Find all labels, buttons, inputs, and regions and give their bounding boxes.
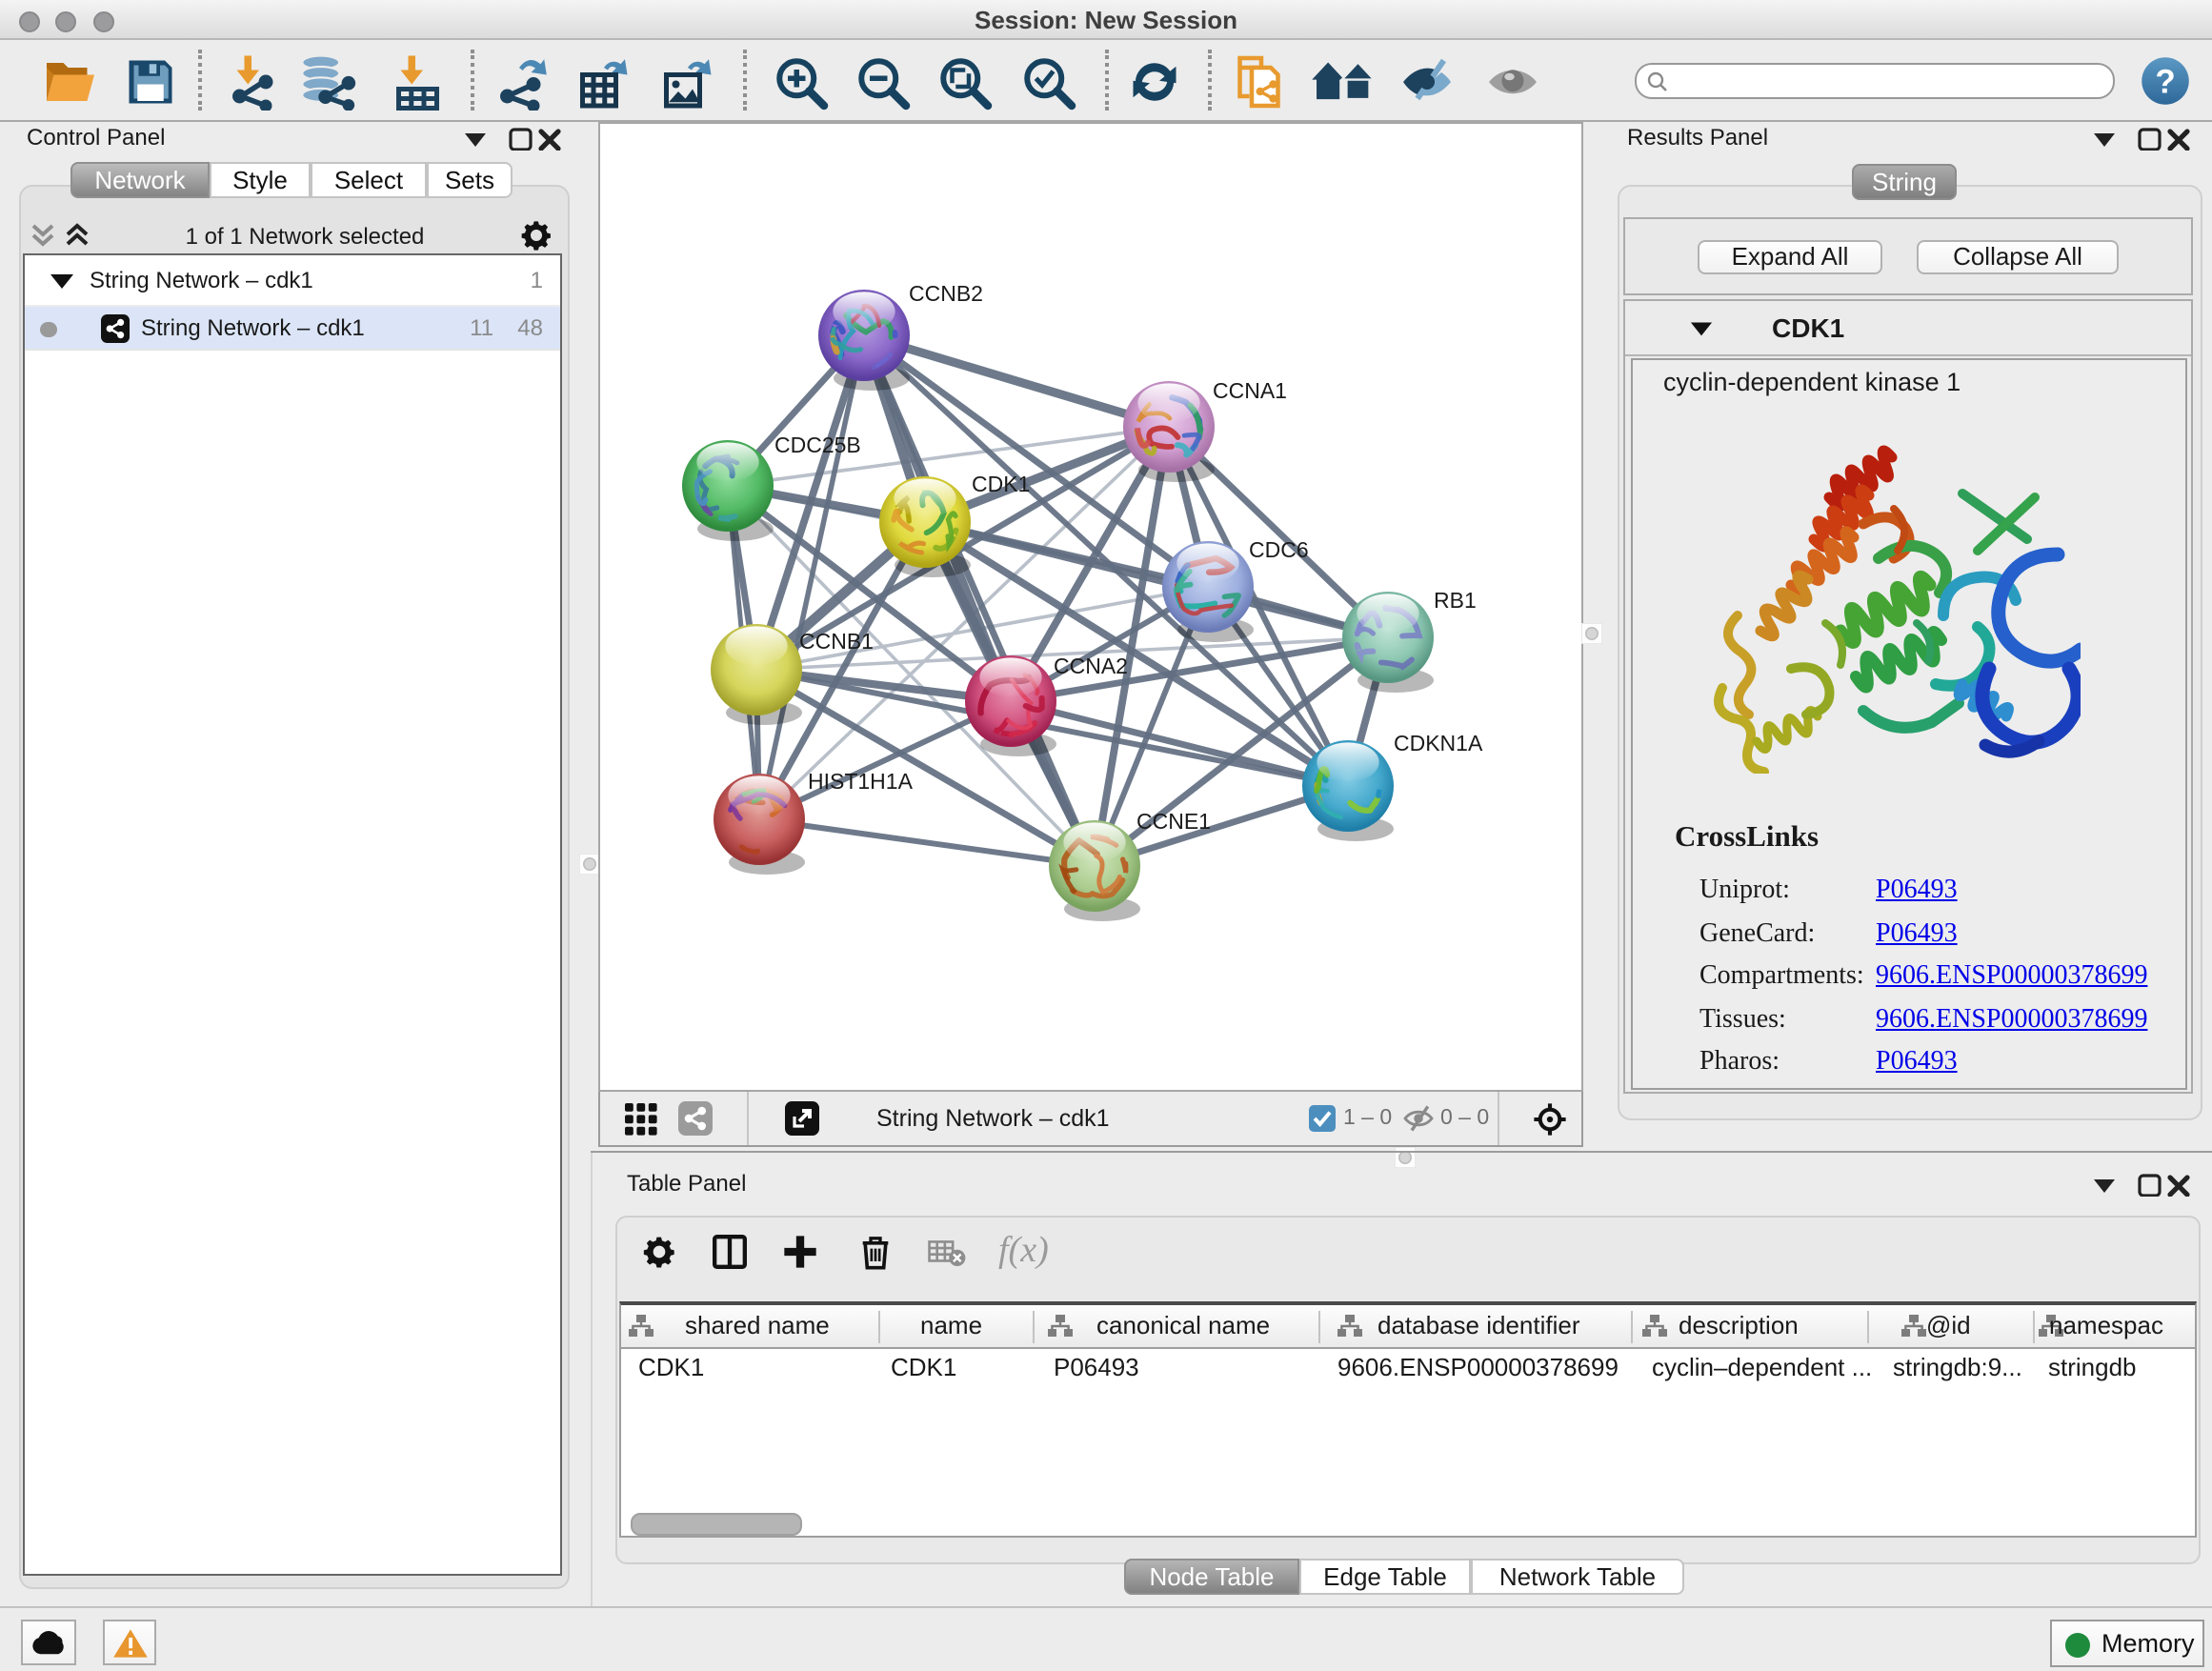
svg-text:CDC25B: CDC25B	[774, 433, 861, 457]
svg-text:CDC6: CDC6	[1249, 537, 1309, 562]
svg-text:CCNE1: CCNE1	[1136, 809, 1211, 834]
svg-text:CCNB2: CCNB2	[909, 281, 983, 306]
svg-text:CCNA2: CCNA2	[1054, 654, 1128, 678]
svg-text:CDKN1A: CDKN1A	[1394, 731, 1483, 755]
svg-text:CDK1: CDK1	[972, 472, 1030, 496]
svg-text:HIST1H1A: HIST1H1A	[808, 769, 914, 794]
svg-text:?: ?	[2155, 62, 2175, 99]
svg-text:CCNB1: CCNB1	[799, 629, 874, 654]
svg-text:CCNA1: CCNA1	[1213, 378, 1287, 403]
svg-text:RB1: RB1	[1434, 588, 1477, 613]
